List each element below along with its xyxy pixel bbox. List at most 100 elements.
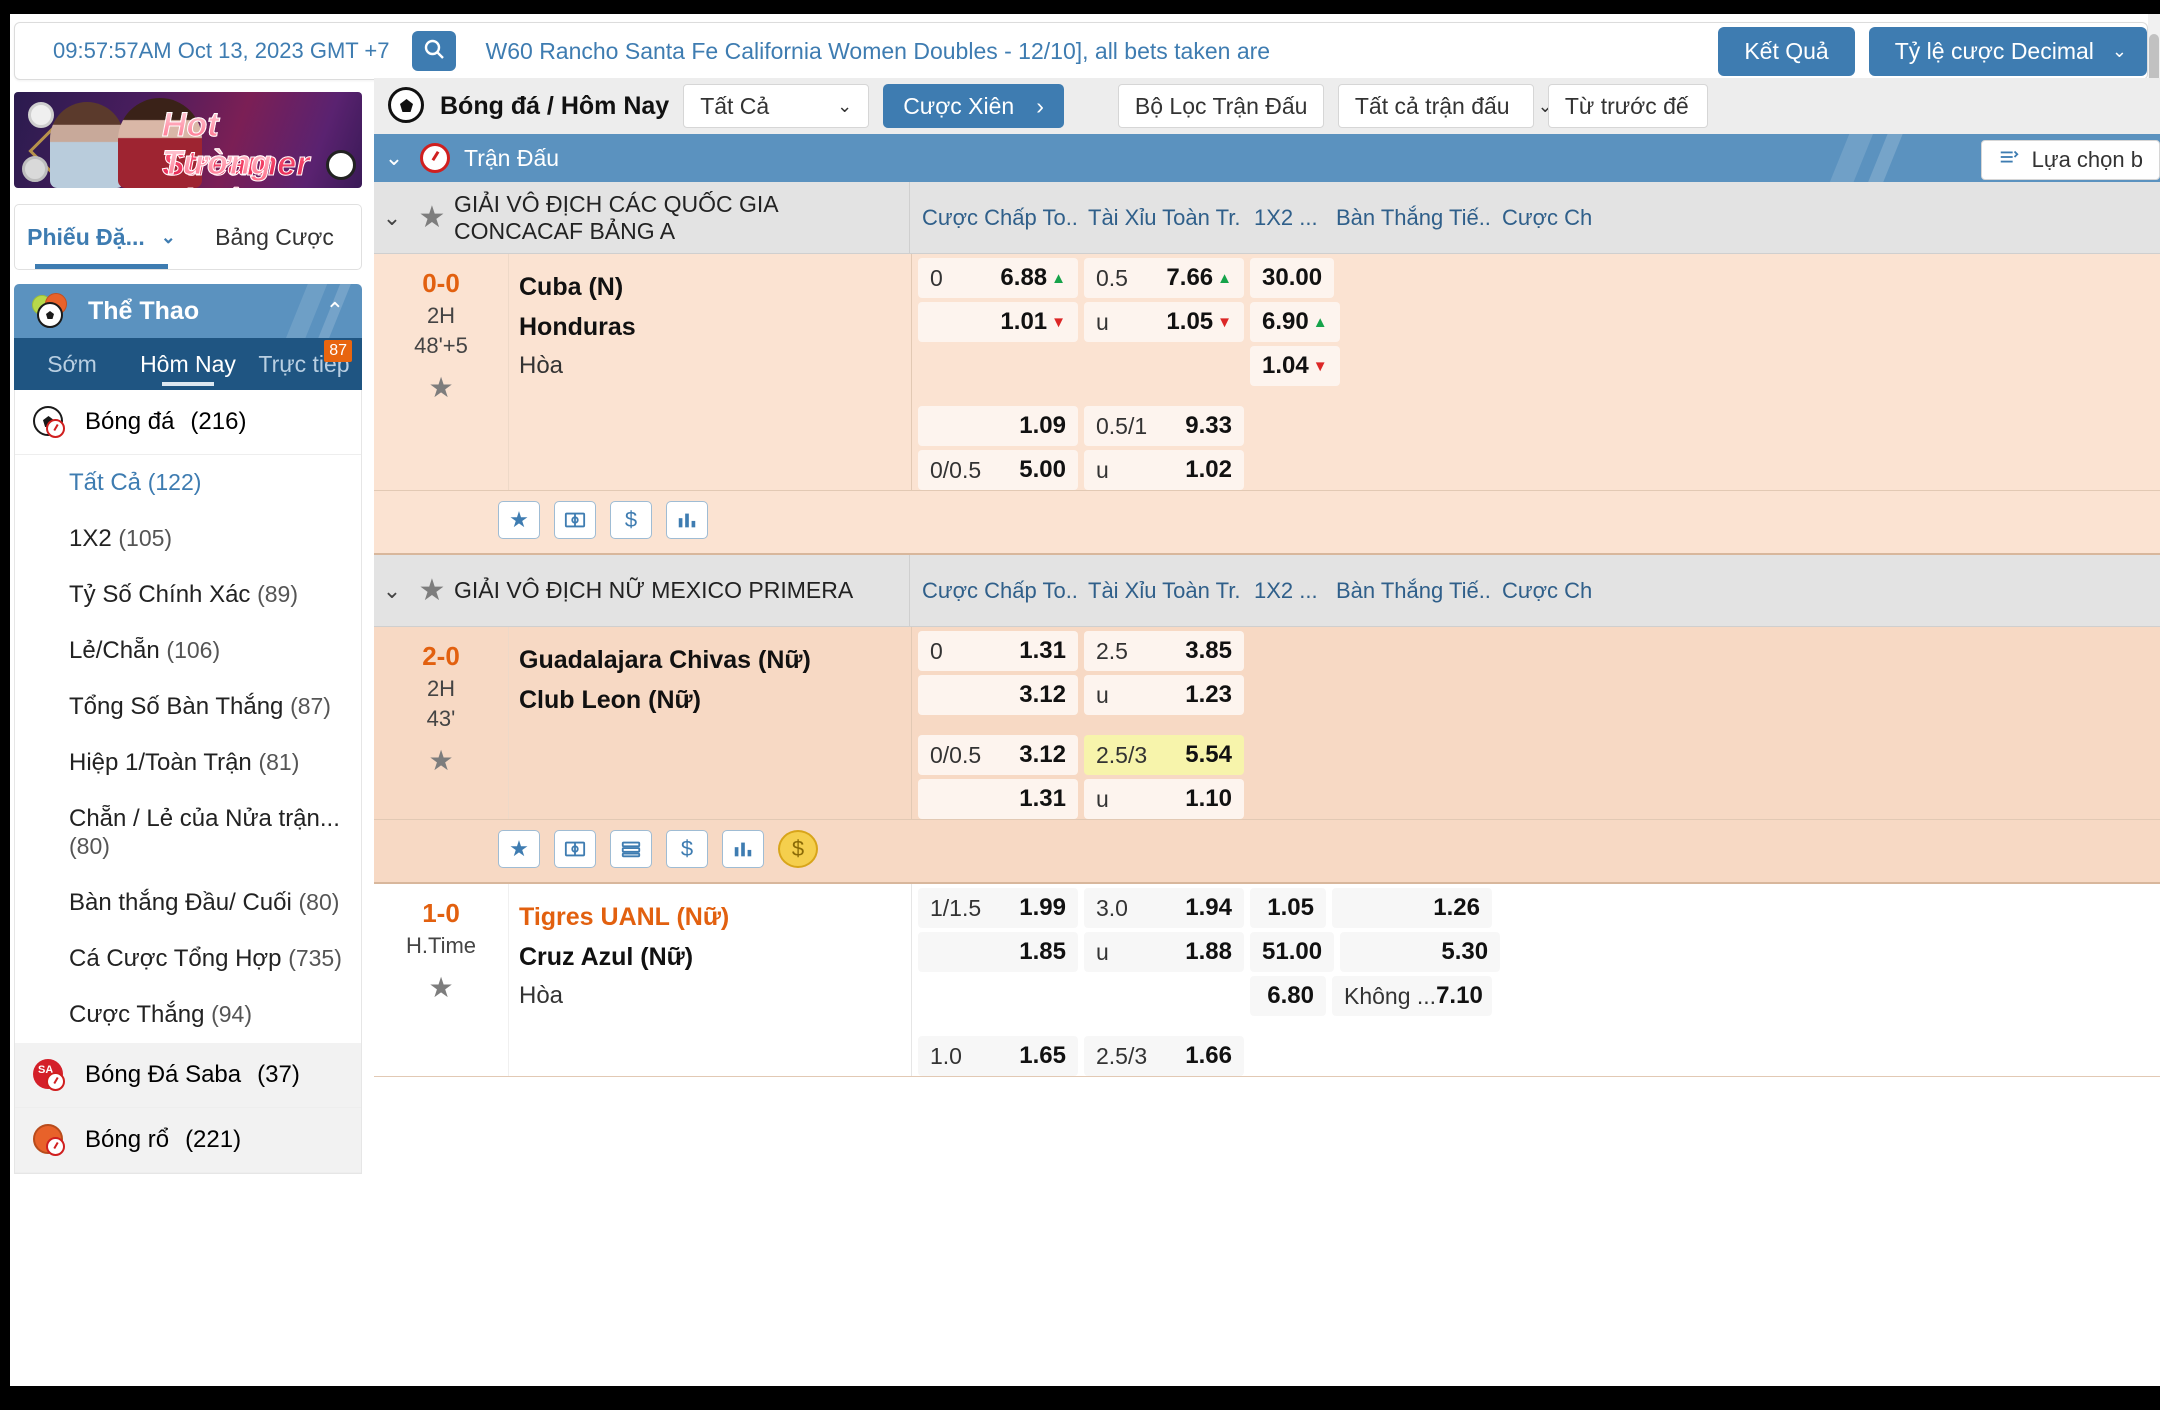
subtab-early[interactable]: Sớm <box>14 338 130 390</box>
sidebar-item-basketball[interactable]: Bóng rổ (221) <box>15 1108 361 1173</box>
odds-handicap[interactable]: 0/0.5 5.00 <box>918 450 1078 490</box>
stats-icon[interactable] <box>666 501 708 539</box>
odds-handicap[interactable]: 1.85 <box>918 932 1078 972</box>
column-1x2: 1X2 ... <box>1254 577 1318 603</box>
match-period: 2H <box>426 676 456 701</box>
x12-odd: 30.00 <box>1262 264 1323 291</box>
sidebar-item-football[interactable]: Bóng đá (216) <box>15 390 361 455</box>
odds-goals[interactable]: 1.26 <box>1332 888 1492 928</box>
away-team: Club Leon (Nữ) <box>519 685 701 714</box>
sidebar-item-market-0[interactable]: Tất Cả (122) <box>15 455 361 511</box>
sidebar-item-market-3[interactable]: Lẻ/Chẵn (106) <box>15 623 361 679</box>
dollar-icon[interactable]: $ <box>610 501 652 539</box>
favorite-star-icon[interactable]: ★ <box>428 744 453 777</box>
odds-over-under[interactable]: u 1.02 <box>1084 450 1244 490</box>
sports-panel-header[interactable]: Thể Thao ⌃ <box>14 284 362 338</box>
dollar-icon[interactable]: $ <box>666 830 708 868</box>
odds-format-label: Tỷ lệ cược Decimal <box>1894 37 2094 64</box>
sidebar-item-market-7[interactable]: Bàn thắng Đầu/ Cuối (80) <box>15 875 361 931</box>
odds-goals[interactable]: 5.30 <box>1340 932 1501 972</box>
odds-format-select[interactable]: Tỷ lệ cược Decimal ⌄ <box>1868 26 2147 76</box>
odds-handicap[interactable]: 1/1.5 1.99 <box>918 888 1078 928</box>
sidebar-item-saba-football[interactable]: Bóng Đá Saba (37) <box>15 1043 361 1108</box>
sidebar-item-market-9[interactable]: Cược Thắng (94) <box>15 987 361 1043</box>
odds-handicap[interactable]: 1.31 <box>918 779 1078 819</box>
favorite-star-icon[interactable]: ★ <box>410 555 454 626</box>
column-over-under: Tài Xỉu Toàn Tr... <box>1088 204 1242 230</box>
odds-over-under[interactable]: 2.5 3.85 <box>1084 631 1244 671</box>
pitch-icon[interactable] <box>554 501 596 539</box>
chevron-down-icon[interactable]: ⌄ <box>374 145 414 171</box>
matches-band: ⌄ Trận Đấu Lựa chọn b <box>374 134 2160 182</box>
odds-over-under[interactable]: 2.5/3 1.66 <box>1084 1036 1244 1076</box>
match-icons: ★ $ $ <box>374 820 818 882</box>
odds-over-under[interactable]: u 1.88 <box>1084 932 1244 972</box>
odds-over-under[interactable]: u 1.23 <box>1084 675 1244 715</box>
subtab-today-label: Hôm Nay <box>140 350 236 377</box>
promo-banner[interactable]: Hot Streamer Tường Thuật <box>14 92 362 188</box>
chevron-down-icon[interactable]: ⌄ <box>374 182 410 253</box>
odds-over-under[interactable]: 0.5 7.66 ▲ <box>1084 258 1244 298</box>
subtab-today[interactable]: Hôm Nay <box>130 338 246 390</box>
chevron-down-icon[interactable]: ⌄ <box>374 555 410 626</box>
sidebar-item-market-8[interactable]: Cá Cược Tổng Hợp (735) <box>15 931 361 987</box>
favorite-star-icon[interactable]: ★ <box>428 971 453 1004</box>
odds-1x2[interactable]: 6.80 <box>1250 976 1326 1016</box>
star-icon[interactable]: ★ <box>498 501 540 539</box>
x12-odd: 6.80 <box>1267 982 1314 1009</box>
filter-all-select[interactable]: Tất Cả ⌄ <box>683 84 870 128</box>
chevron-down-icon: ⌄ <box>2111 41 2127 61</box>
from-before-select[interactable]: Từ trước đế <box>1547 84 1708 128</box>
pitch-icon[interactable] <box>554 830 596 868</box>
odds-over-under[interactable]: 3.0 1.94 <box>1084 888 1244 928</box>
odds-1x2[interactable]: 6.90 ▲ <box>1250 302 1340 342</box>
results-button[interactable]: Kết Quả <box>1718 26 1855 76</box>
top-bar: 09:57:57AM Oct 13, 2023 GMT +7 W60 Ranch… <box>14 22 2148 80</box>
odds-handicap[interactable]: 0/0.5 3.12 <box>918 735 1078 775</box>
favorite-star-icon[interactable]: ★ <box>410 182 454 253</box>
tab-bet-list[interactable]: Bảng Cược <box>188 205 361 269</box>
handicap-odd: 1.31 <box>1019 637 1066 664</box>
handicap-odd: 1.85 <box>1019 938 1066 965</box>
odds-over-under[interactable]: u 1.05 ▼ <box>1084 302 1244 342</box>
odds-over-under-highlighted[interactable]: 2.5/3 5.54 <box>1084 735 1244 775</box>
x12-odd: 1.04 <box>1262 352 1309 379</box>
sidebar-item-market-2[interactable]: Tỷ Số Chính Xác (89) <box>15 567 361 623</box>
odds-1x2[interactable]: 1.04 ▼ <box>1250 346 1340 386</box>
search-button[interactable] <box>411 31 456 71</box>
odds-goals[interactable]: Không ... 7.10 <box>1332 976 1492 1016</box>
chevron-up-icon[interactable]: ⌃ <box>326 298 344 324</box>
coin-icon[interactable]: $ <box>778 830 818 868</box>
favorite-star-icon[interactable]: ★ <box>428 371 453 404</box>
odds-handicap[interactable]: 3.12 <box>918 675 1078 715</box>
home-team: Cuba (N) <box>519 273 624 301</box>
draw-label: Hòa <box>519 982 564 1009</box>
odds-1x2[interactable]: 30.00 <box>1250 258 1335 298</box>
odds-1x2[interactable]: 1.05 <box>1250 888 1326 928</box>
sidebar-item-market-5[interactable]: Hiệp 1/Toàn Trận (81) <box>15 735 361 791</box>
star-icon[interactable]: ★ <box>498 830 540 868</box>
match-score-block: 2-0 2H 43' ★ <box>374 627 508 819</box>
sidebar-item-market-4[interactable]: Tổng Số Bàn Thắng (87) <box>15 679 361 735</box>
column-options-button[interactable]: Lựa chọn b <box>1980 140 2160 180</box>
tab-betslip[interactable]: Phiếu Đặ... ⌄ <box>15 205 188 269</box>
odds-over-under[interactable]: u 1.10 <box>1084 779 1244 819</box>
odds-handicap[interactable]: 0 1.31 <box>918 631 1078 671</box>
all-matches-select[interactable]: Tất cả trận đấu ⌄ <box>1337 84 1553 128</box>
parlay-button[interactable]: Cược Xiên › <box>883 84 1064 128</box>
ou-line: u <box>1096 938 1109 965</box>
odds-handicap[interactable]: 1.01 ▼ <box>918 302 1078 342</box>
ladder-icon[interactable] <box>610 830 652 868</box>
ou-odd: 7.66 <box>1166 264 1214 291</box>
stats-icon[interactable] <box>722 830 764 868</box>
match-filter-select[interactable]: Bộ Lọc Trận Đấu ⌄ <box>1117 84 1351 128</box>
subtab-live[interactable]: Trực tiếp 87 <box>246 338 362 390</box>
odds-handicap[interactable]: 1.0 1.65 <box>918 1036 1078 1076</box>
odds-handicap[interactable]: 1.09 <box>918 406 1078 446</box>
sidebar-item-market-1[interactable]: 1X2 (105) <box>15 511 361 567</box>
odds-1x2[interactable]: 51.00 <box>1250 932 1335 972</box>
odds-over-under[interactable]: 0.5/1 9.33 <box>1084 406 1244 446</box>
sidebar-item-market-6[interactable]: Chẵn / Lẻ của Nửa trận... (80) <box>15 791 361 875</box>
handicap-line: 1.0 <box>930 1042 962 1069</box>
odds-handicap[interactable]: 0 6.88 ▲ <box>918 258 1078 298</box>
